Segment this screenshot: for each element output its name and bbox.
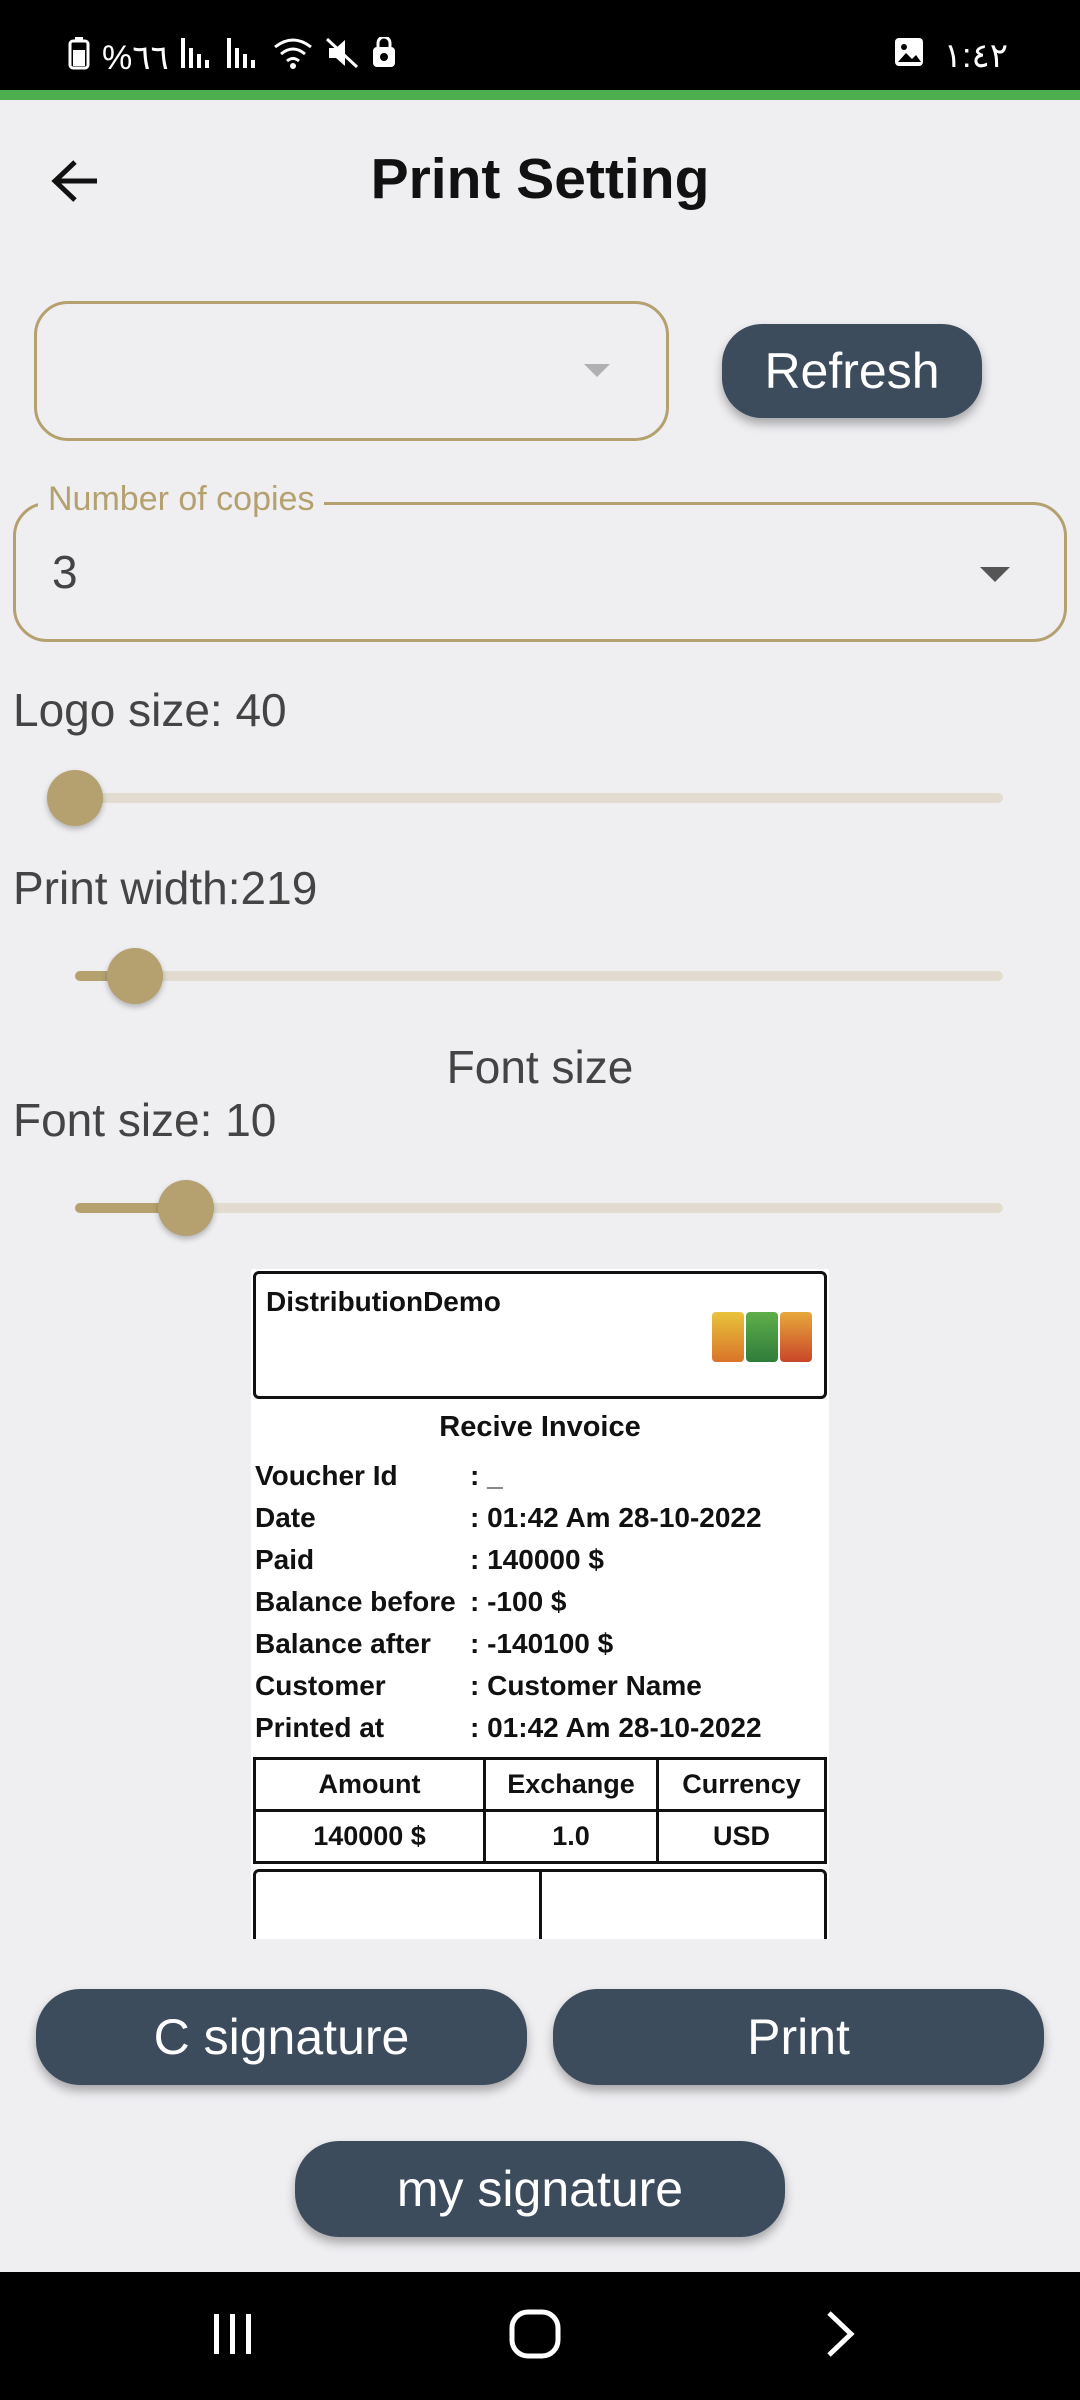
slider-thumb[interactable]	[158, 1180, 215, 1236]
logo-pack-2	[746, 1312, 778, 1362]
table-header: Exchange	[483, 1757, 659, 1812]
table-cell: USD	[656, 1809, 827, 1864]
logo-pack-3	[780, 1312, 812, 1362]
back-nav-button[interactable]	[805, 2306, 875, 2366]
chevron-down-icon	[980, 567, 1010, 582]
copies-value: 3	[52, 546, 78, 598]
status-right: ١:٤٢	[894, 36, 1008, 76]
c-signature-button[interactable]: C signature	[36, 1989, 527, 2085]
row-value: : 01:42 Am 28-10-2022	[470, 1712, 762, 1743]
row-label: Printed at	[255, 1712, 385, 1743]
table-header: Currency	[656, 1757, 827, 1812]
chevron-right-icon	[823, 2309, 857, 2364]
table-row: 140000 $ 1.0 USD	[253, 1809, 827, 1864]
system-nav-bar	[0, 2272, 1080, 2400]
row-value: : 140000 $	[470, 1544, 604, 1575]
status-bar: %٦٦ ١:٤٢	[0, 0, 1080, 90]
row-value: : Customer Name	[470, 1670, 702, 1701]
signal-icon	[180, 38, 215, 77]
printer-dropdown[interactable]	[34, 301, 669, 441]
receipt-row: Balance before : -100 $	[255, 1581, 825, 1623]
home-button[interactable]	[500, 2306, 570, 2366]
receipt-row: Date : 01:42 Am 28-10-2022	[255, 1497, 825, 1539]
chevron-down-icon	[584, 364, 610, 377]
recent-apps-button[interactable]	[198, 2306, 268, 2366]
clock: ١:٤٢	[943, 37, 1008, 75]
signature-boxes	[253, 1869, 827, 1939]
row-label: Voucher Id	[255, 1460, 398, 1491]
row-label: Customer	[255, 1670, 386, 1701]
refresh-button[interactable]: Refresh	[722, 324, 982, 418]
row-value: : _	[470, 1460, 503, 1491]
page-title: Print Setting	[370, 147, 710, 211]
receipt-preview: DistributionDemo Recive Invoice Voucher …	[251, 1269, 829, 1939]
print-width-slider[interactable]	[75, 945, 1003, 1005]
receipt-row: Printed at : 01:42 Am 28-10-2022	[255, 1707, 825, 1749]
company-name: DistributionDemo	[266, 1286, 501, 1317]
slider-thumb[interactable]	[47, 770, 103, 826]
font-size-label: Font size: 10	[13, 1094, 277, 1146]
font-size-slider[interactable]	[75, 1177, 1003, 1237]
print-width-label: Print width:219	[13, 862, 318, 914]
receipt-row: Balance after : -140100 $	[255, 1623, 825, 1665]
receipt-row: Paid : 140000 $	[255, 1539, 825, 1581]
row-value: : -140100 $	[470, 1628, 614, 1659]
payment-table: Amount Exchange Currency 140000 $ 1.0 US…	[253, 1757, 827, 1864]
slider-track	[75, 1203, 1003, 1213]
copies-label: Number of copies	[38, 480, 325, 519]
home-icon	[509, 2309, 561, 2364]
battery-percent: %٦٦	[102, 38, 169, 77]
slider-thumb[interactable]	[107, 948, 164, 1004]
receipt-row: Customer : Customer Name	[255, 1665, 825, 1707]
row-label: Paid	[255, 1544, 315, 1575]
vpn-icon	[371, 35, 397, 78]
font-size-heading: Font size	[446, 1041, 634, 1093]
company-logo	[712, 1312, 812, 1362]
receipt-rows: Voucher Id: _ Date: 01:42 Am 28-10-2022 …	[255, 1455, 825, 1749]
battery-icon	[68, 36, 90, 79]
wifi-icon	[273, 37, 313, 78]
logo-pack-1	[712, 1312, 744, 1362]
logo-size-label: Logo size: 40	[13, 684, 287, 736]
logo-size-slider[interactable]	[47, 767, 1003, 827]
slider-track	[75, 793, 1003, 803]
receipt-row: Voucher Id : _	[255, 1455, 825, 1497]
table-cell: 1.0	[483, 1809, 659, 1864]
row-label: Date	[255, 1502, 316, 1533]
table-header: Amount	[253, 1757, 486, 1812]
slider-track	[75, 971, 1003, 981]
row-value: : 01:42 Am 28-10-2022	[470, 1502, 762, 1533]
row-label: Balance before	[255, 1586, 456, 1617]
receipt-header: DistributionDemo	[253, 1271, 827, 1399]
progress-strip	[0, 90, 1080, 100]
table-header-row: Amount Exchange Currency	[253, 1757, 827, 1812]
copies-dropdown[interactable]: Number of copies 3	[13, 480, 1067, 642]
row-value: : -100 $	[470, 1586, 567, 1617]
signal-2-icon	[226, 38, 261, 77]
table-cell: 140000 $	[253, 1809, 486, 1864]
print-button[interactable]: Print	[553, 1989, 1044, 2085]
app-bar: Print Setting	[0, 100, 1080, 265]
recent-apps-icon	[210, 2312, 256, 2361]
image-icon	[894, 37, 924, 76]
my-signature-button[interactable]: my signature	[295, 2141, 785, 2237]
signature-divider	[539, 1872, 542, 1939]
receipt-title: Recive Invoice	[439, 1411, 641, 1443]
mute-icon	[325, 37, 359, 78]
status-left: %٦٦	[68, 35, 397, 79]
row-label: Balance after	[255, 1628, 431, 1659]
